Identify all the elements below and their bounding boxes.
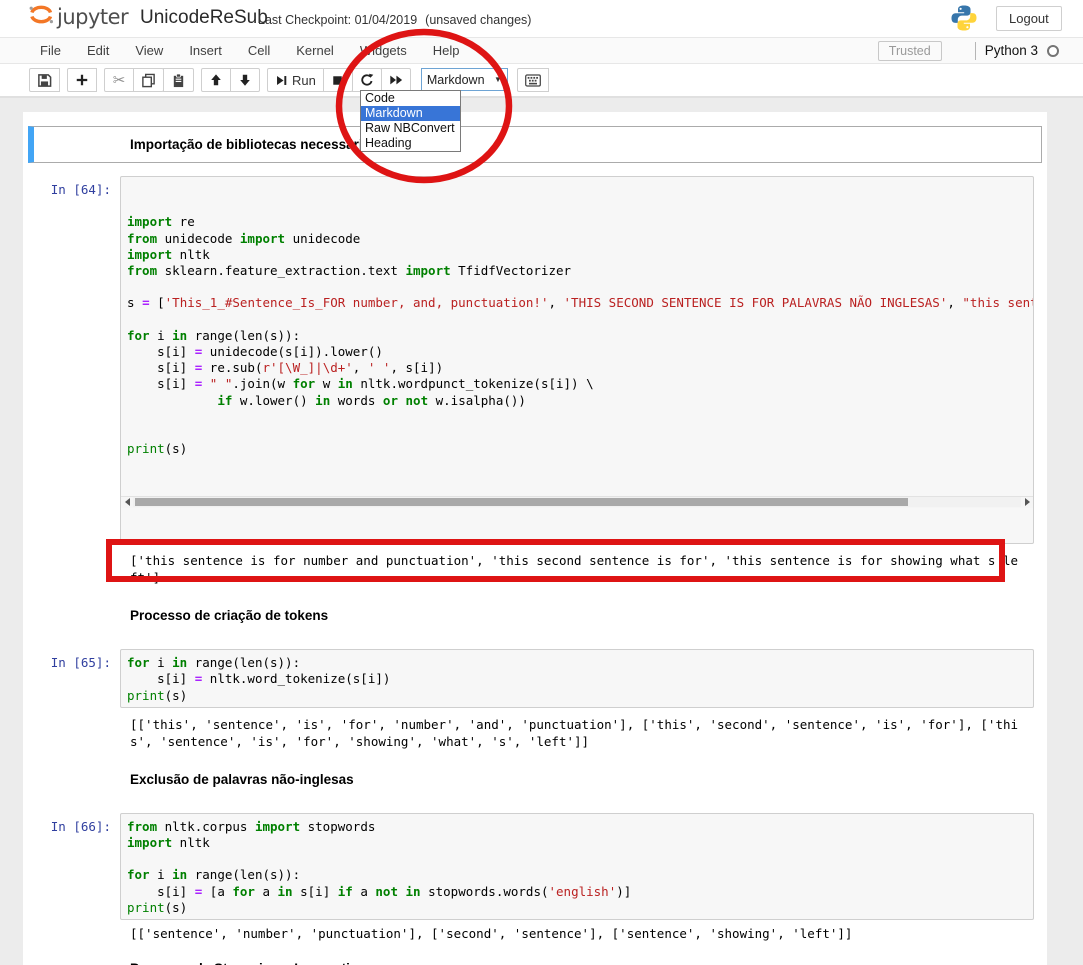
clipboard-icon (171, 73, 186, 88)
restart-run-all-button[interactable] (381, 68, 411, 92)
markdown-cell-stopwords-title[interactable]: Exclusão de palavras não-inglesas (23, 758, 1047, 800)
chevron-down-icon: ▼ (494, 75, 502, 84)
toolbar: ✂ Run Markdown ▼ (0, 64, 1083, 96)
notebook-container: Importação de bibliotecas necessárias In… (23, 112, 1047, 965)
markdown-cell-import-title[interactable]: Importação de bibliotecas necessárias (28, 126, 1042, 163)
notebook-header: jupyter UnicodeReSub Last Checkpoint: 01… (0, 0, 1083, 37)
menu-cell[interactable]: Cell (235, 39, 283, 62)
input-prompt-66: In [66]: (28, 813, 120, 920)
menu-help[interactable]: Help (420, 39, 473, 62)
scrollbar-thumb[interactable] (135, 498, 908, 506)
cell-type-select[interactable]: Markdown ▼ (421, 68, 508, 91)
copy-icon (141, 73, 156, 88)
command-palette-button[interactable] (517, 68, 549, 92)
checkpoint-status: Last Checkpoint: 01/04/2019 (unsaved chan… (258, 13, 539, 27)
interrupt-kernel-button[interactable] (323, 68, 353, 92)
keyboard-icon (525, 74, 541, 87)
scissors-icon: ✂ (113, 73, 126, 88)
horizontal-scrollbar[interactable] (121, 496, 1033, 508)
output-64: ['this sentence is for number and punctu… (120, 544, 1025, 594)
restart-kernel-button[interactable] (352, 68, 382, 92)
menu-view[interactable]: View (122, 39, 176, 62)
stop-icon (331, 74, 344, 87)
move-cell-up-button[interactable] (201, 68, 231, 92)
kernel-name: Python 3 (985, 43, 1038, 58)
output-row-66: [['sentence', 'number', 'punctuation'], … (120, 920, 1047, 947)
code-cell-64: In [64]: import refrom unidecode import … (23, 163, 1047, 544)
move-cell-down-button[interactable] (230, 68, 260, 92)
menu-kernel[interactable]: Kernel (283, 39, 347, 62)
menubar: File Edit View Insert Cell Kernel Widget… (0, 37, 1083, 64)
menu-edit[interactable]: Edit (74, 39, 122, 62)
kernel-separator (975, 42, 976, 60)
save-button[interactable] (29, 68, 60, 92)
jupyter-logo[interactable]: jupyter (28, 3, 130, 40)
floppy-icon (37, 73, 52, 88)
logout-button[interactable]: Logout (996, 6, 1062, 31)
python-icon (950, 4, 978, 37)
checkpoint-text: Last Checkpoint: 01/04/2019 (258, 13, 417, 27)
plus-icon (75, 73, 89, 87)
menu-file[interactable]: File (27, 39, 74, 62)
scrollbar-track[interactable] (133, 497, 1021, 507)
run-cell-button[interactable]: Run (267, 68, 324, 92)
kernel-idle-indicator-icon (1047, 45, 1059, 57)
autosave-status: (unsaved changes) (425, 13, 531, 27)
cell-type-option-markdown[interactable]: Markdown (361, 106, 460, 121)
fast-forward-icon (389, 73, 403, 87)
output-row-64: ['this sentence is for number and punctu… (120, 544, 1047, 594)
arrow-down-icon (238, 73, 252, 87)
trusted-badge[interactable]: Trusted (878, 41, 942, 61)
menu-widgets[interactable]: Widgets (347, 39, 420, 62)
cell-type-option-code[interactable]: Code (361, 91, 460, 106)
arrow-up-icon (209, 73, 223, 87)
add-cell-button[interactable] (67, 68, 97, 92)
output-65: [['this', 'sentence', 'is', 'for', 'numb… (120, 708, 1025, 758)
jupyter-logo-upper-crescent (32, 7, 51, 12)
jupyter-logo-text: jupyter (56, 5, 129, 29)
jupyter-logo-dot (30, 7, 33, 10)
input-prompt-65: In [65]: (28, 649, 120, 708)
refresh-icon (360, 73, 374, 87)
scroll-right-arrow-icon[interactable] (1021, 497, 1033, 507)
cell-type-value: Markdown (427, 73, 485, 87)
input-prompt-64: In [64]: (28, 176, 120, 544)
code-input-64[interactable]: import refrom unidecode import unidecode… (120, 176, 1034, 544)
code-input-65[interactable]: for i in range(len(s)): s[i] = nltk.word… (120, 649, 1034, 708)
cell-type-dropdown-list: Code Markdown Raw NBConvert Heading (360, 90, 461, 152)
jupyter-logo-dot (50, 20, 53, 23)
output-row-65: [['this', 'sentence', 'is', 'for', 'numb… (120, 708, 1047, 758)
markdown-cell-stemming-title[interactable]: Processo de Stemming e Lemmatizer (23, 947, 1047, 965)
notebook-title[interactable]: UnicodeReSub (140, 7, 268, 29)
paste-cell-button[interactable] (163, 68, 194, 92)
run-button-label: Run (292, 73, 316, 88)
copy-cell-button[interactable] (133, 68, 164, 92)
code-input-66[interactable]: from nltk.corpus import stopwordsimport … (120, 813, 1034, 920)
output-66: [['sentence', 'number', 'punctuation'], … (120, 920, 1025, 947)
code-cell-66: In [66]: from nltk.corpus import stopwor… (23, 800, 1047, 920)
jupyter-logo-lower-crescent (32, 17, 51, 22)
menubar-right: Trusted Python 3 (878, 38, 1059, 63)
step-forward-icon (275, 74, 288, 87)
notebook-page: Importação de bibliotecas necessárias In… (0, 98, 1083, 965)
scroll-left-arrow-icon[interactable] (121, 497, 133, 507)
code-cell-65: In [65]: for i in range(len(s)): s[i] = … (23, 636, 1047, 708)
cut-cell-button[interactable]: ✂ (104, 68, 134, 92)
cell-type-option-raw[interactable]: Raw NBConvert (361, 121, 460, 136)
menu-insert[interactable]: Insert (176, 39, 235, 62)
cell-type-option-heading[interactable]: Heading (361, 136, 460, 151)
markdown-cell-tokens-title[interactable]: Processo de criação de tokens (23, 594, 1047, 636)
